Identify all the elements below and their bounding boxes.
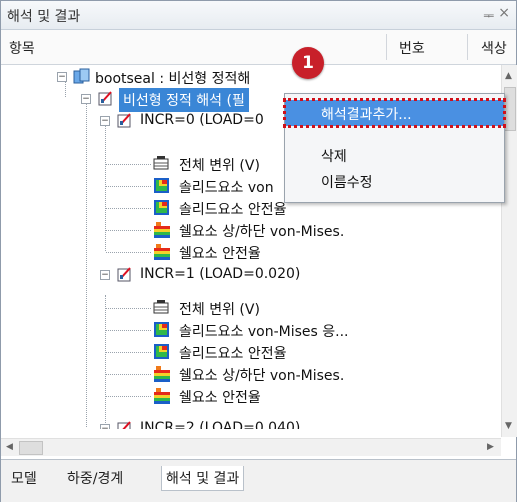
- tree-item-incr1[interactable]: − INCR=1 (LOAD=0.020): [100, 264, 500, 286]
- scroll-left-icon[interactable]: ◀: [6, 442, 13, 452]
- collapse-icon[interactable]: −: [100, 424, 110, 429]
- collapse-icon[interactable]: −: [100, 116, 110, 126]
- menu-item-rename[interactable]: 이름수정: [285, 168, 504, 194]
- tree-item-shell-safety-label: 쉘요소 안전율: [179, 246, 261, 262]
- panel-title: 해석 및 결과: [7, 9, 81, 25]
- column-item[interactable]: 항목: [9, 38, 35, 58]
- tree-item-incr2-label: INCR=2 (LOAD=0.040): [140, 420, 301, 429]
- tab-analysis-results[interactable]: 해석 및 결과: [161, 466, 245, 491]
- shell-safety-icon: [154, 388, 170, 404]
- collapse-icon[interactable]: −: [57, 72, 67, 82]
- displacement-icon: [153, 156, 169, 170]
- pin-icon[interactable]: ᆍ: [483, 7, 494, 24]
- scroll-down-icon[interactable]: ▼: [505, 421, 512, 431]
- tree-item-solid-safety[interactable]: 솔리드요소 안전율: [153, 341, 493, 363]
- tree-item-root[interactable]: − bootseal : 비선형 정적해: [57, 66, 497, 88]
- solid-stress-icon: [154, 322, 169, 337]
- step-icon: [117, 113, 131, 128]
- column-number[interactable]: 번호: [399, 38, 425, 58]
- vertical-scroll-thumb[interactable]: [504, 87, 516, 131]
- model-icon: [73, 68, 90, 84]
- tab-model[interactable]: 모델: [7, 466, 41, 490]
- tree-item-incr0-label: INCR=0 (LOAD=0: [140, 112, 264, 128]
- tree-item-displacement[interactable]: 전체 변위 (V): [153, 297, 493, 319]
- tree-item-displacement-label: 전체 변위 (V): [179, 302, 260, 318]
- menu-item-delete-label: 삭제: [321, 149, 347, 165]
- callout-badge: 1: [292, 47, 324, 79]
- shell-safety-icon: [154, 244, 170, 260]
- column-color[interactable]: 색상: [481, 38, 507, 58]
- step-icon: [117, 267, 131, 282]
- tree-item-shell-safety[interactable]: 쉘요소 안전율: [153, 385, 493, 407]
- tree-item-solid-safety-label: 솔리드요소 안전율: [179, 346, 287, 362]
- tree-item-displacement-label: 전체 변위 (V): [179, 158, 260, 174]
- horizontal-scrollbar[interactable]: ◀ ▶: [1, 438, 501, 456]
- tree-item-solid-safety-label: 솔리드요소 안전율: [179, 202, 287, 218]
- scroll-up-icon[interactable]: ▲: [505, 71, 512, 81]
- solid-safety-icon: [154, 200, 169, 215]
- tree-item-solid-vonmises-label: 솔리드요소 von-Mises 응...: [179, 324, 349, 340]
- shell-stress-icon: [154, 366, 170, 382]
- column-header: 항목 번호 색상: [1, 30, 516, 65]
- scroll-right-icon[interactable]: ▶: [487, 442, 494, 452]
- menu-item-add-result-label: 해석결과추가...: [321, 107, 412, 123]
- tree-item-solid-vonmises-label: 솔리드요소 von: [179, 180, 274, 196]
- solid-safety-icon: [154, 344, 169, 359]
- tree-item-shell-vonmises[interactable]: 쉘요소 상/하단 von-Mises.: [153, 363, 493, 385]
- tree-item-solid-vonmises[interactable]: 솔리드요소 von-Mises 응...: [153, 319, 493, 341]
- tab-load-boundary[interactable]: 하중/경계: [63, 466, 127, 490]
- tree-item-incr1-label: INCR=1 (LOAD=0.020): [140, 266, 301, 282]
- tree-item-shell-safety[interactable]: 쉘요소 안전율: [153, 241, 493, 263]
- menu-item-rename-label: 이름수정: [321, 175, 373, 191]
- collapse-icon[interactable]: −: [100, 270, 110, 280]
- collapse-icon[interactable]: −: [81, 94, 91, 104]
- step-icon: [117, 421, 131, 429]
- solid-stress-icon: [154, 178, 169, 193]
- tree-item-shell-vonmises-label: 쉘요소 상/하단 von-Mises.: [179, 368, 345, 384]
- tree-item-analysis-label: 비선형 정적 해석 (필: [119, 88, 249, 112]
- tree-item-shell-vonmises-label: 쉘요소 상/하단 von-Mises.: [179, 224, 345, 240]
- panel-tabs: 모델 하중/경계 해석 및 결과: [1, 459, 516, 502]
- tree-item-root-label: bootseal : 비선형 정적해: [95, 71, 251, 87]
- analysis-results-panel: 해석 및 결과 ᆍ × 항목 번호 색상 − bootseal : 비선형 정적…: [0, 0, 517, 502]
- analysis-icon: [98, 91, 112, 106]
- panel-titlebar: 해석 및 결과 ᆍ ×: [1, 1, 516, 30]
- menu-item-delete[interactable]: 삭제: [285, 142, 504, 168]
- displacement-icon: [153, 300, 169, 314]
- menu-item-add-result[interactable]: 해석결과추가...: [283, 98, 506, 128]
- close-icon[interactable]: ×: [498, 5, 510, 21]
- context-menu: 해석결과추가... 삭제 이름수정: [283, 93, 506, 203]
- shell-stress-icon: [154, 222, 170, 238]
- tree-item-shell-vonmises[interactable]: 쉘요소 상/하단 von-Mises.: [153, 219, 493, 241]
- tree-item-incr2[interactable]: − INCR=2 (LOAD=0.040): [100, 418, 500, 429]
- horizontal-scroll-thumb[interactable]: [19, 441, 43, 455]
- tree-item-shell-safety-label: 쉘요소 안전율: [179, 390, 261, 406]
